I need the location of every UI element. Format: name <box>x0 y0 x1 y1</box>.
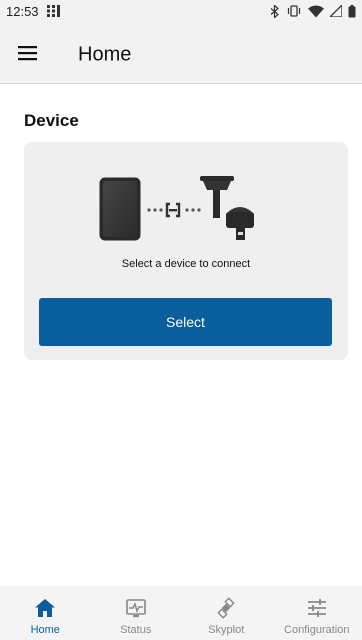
select-device-button[interactable]: Select <box>39 298 332 346</box>
vibrate-icon <box>287 5 301 17</box>
page-title: Home <box>78 43 132 66</box>
menu-button[interactable] <box>16 41 40 65</box>
select-device-caption: Select a device to connect <box>121 258 251 270</box>
cell-signal-icon <box>330 5 342 17</box>
sliders-icon <box>307 599 326 617</box>
nav-label-home: Home <box>30 624 60 636</box>
wifi-icon <box>308 5 324 17</box>
nav-item-configuration[interactable]: Configuration <box>272 586 362 640</box>
notification-grid-icon <box>46 5 60 17</box>
status-bar: 12:53 <box>0 0 362 22</box>
device-card: Select a device to connect Select <box>24 142 348 360</box>
app-bar: Home <box>0 22 362 84</box>
hamburger-menu-icon <box>18 46 37 61</box>
status-monitor-icon <box>125 599 146 617</box>
nav-label-configuration: Configuration <box>284 624 350 636</box>
device-connection-illustration <box>99 176 254 241</box>
battery-icon <box>348 4 356 17</box>
device-section-title: Device <box>24 111 79 130</box>
bottom-navigation: Home Status Skyplot Configuration <box>0 586 362 640</box>
nav-label-status: Status <box>120 624 152 636</box>
nav-item-skyplot[interactable]: Skyplot <box>181 586 272 640</box>
bluetooth-icon <box>270 4 279 18</box>
home-icon <box>35 599 56 617</box>
nav-label-skyplot: Skyplot <box>208 624 245 636</box>
satellite-icon <box>217 597 235 619</box>
nav-item-home[interactable]: Home <box>0 586 91 640</box>
nav-item-status[interactable]: Status <box>91 586 182 640</box>
status-time: 12:53 <box>6 3 39 19</box>
